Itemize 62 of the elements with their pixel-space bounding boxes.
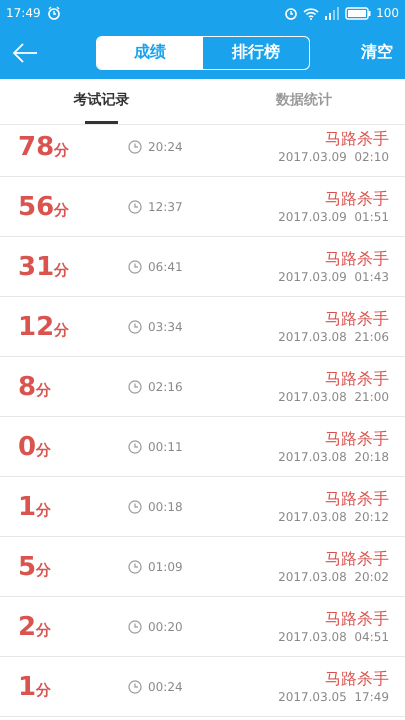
score: 1分 (18, 672, 52, 702)
exam-date: 2017.03.09 01:43 (278, 270, 389, 284)
alarm-icon (46, 6, 61, 20)
alarm-icon (284, 6, 298, 20)
score: 78分 (18, 132, 70, 162)
exam-date: 2017.03.08 20:12 (278, 510, 389, 524)
exam-date: 2017.03.05 17:49 (278, 690, 389, 704)
exam-name: 马路杀手 (325, 189, 389, 210)
battery-icon (345, 6, 372, 20)
exam-date: 2017.03.08 04:51 (278, 630, 389, 644)
clock-icon (128, 200, 142, 214)
duration: 03:34 (148, 320, 183, 334)
clock-icon (128, 620, 142, 634)
duration: 01:09 (148, 560, 183, 574)
exam-name: 马路杀手 (325, 369, 389, 390)
score: 0分 (18, 432, 52, 462)
exam-date: 2017.03.08 20:02 (278, 570, 389, 584)
clock-icon (128, 320, 142, 334)
signal-icon (324, 6, 340, 20)
duration: 20:24 (148, 140, 183, 154)
score: 31分 (18, 252, 70, 282)
duration: 00:20 (148, 620, 183, 634)
clock-icon (128, 500, 142, 514)
exam-name: 马路杀手 (325, 549, 389, 570)
clear-button[interactable]: 清空 (361, 42, 393, 63)
duration: 12:37 (148, 200, 183, 214)
score: 5分 (18, 552, 52, 582)
wifi-icon (303, 6, 320, 20)
status-time: 17:49 (6, 6, 41, 20)
duration: 00:11 (148, 440, 183, 454)
exam-date: 2017.03.08 21:00 (278, 390, 389, 404)
duration: 00:24 (148, 680, 183, 694)
score: 2分 (18, 612, 52, 642)
duration: 02:16 (148, 380, 183, 394)
clock-icon (128, 560, 142, 574)
exam-name: 马路杀手 (325, 609, 389, 630)
score: 56分 (18, 192, 70, 222)
segment-tab[interactable]: 成绩 (97, 36, 203, 68)
exam-date: 2017.03.08 20:18 (278, 450, 389, 464)
segment-tab[interactable]: 排行榜 (203, 36, 309, 68)
exam-name: 马路杀手 (325, 309, 389, 330)
clock-icon (128, 260, 142, 274)
score: 1分 (18, 492, 52, 522)
clock-icon (128, 440, 142, 454)
battery-level: 100 (376, 6, 399, 20)
tab[interactable]: 考试记录 (0, 79, 202, 124)
duration: 06:41 (148, 260, 183, 274)
exam-name: 马路杀手 (325, 429, 389, 450)
clock-icon (128, 380, 142, 394)
exam-name: 马路杀手 (325, 669, 389, 690)
exam-name: 马路杀手 (325, 249, 389, 270)
exam-name: 马路杀手 (325, 489, 389, 510)
score: 8分 (18, 372, 52, 402)
duration: 00:18 (148, 500, 183, 514)
exam-date: 2017.03.08 21:06 (278, 330, 389, 344)
exam-date: 2017.03.09 02:10 (278, 150, 389, 164)
clock-icon (128, 140, 142, 154)
exam-date: 2017.03.09 01:51 (278, 210, 389, 224)
exam-name: 马路杀手 (325, 129, 389, 150)
score: 12分 (18, 312, 70, 342)
tab[interactable]: 数据统计 (202, 79, 405, 124)
clock-icon (128, 680, 142, 694)
